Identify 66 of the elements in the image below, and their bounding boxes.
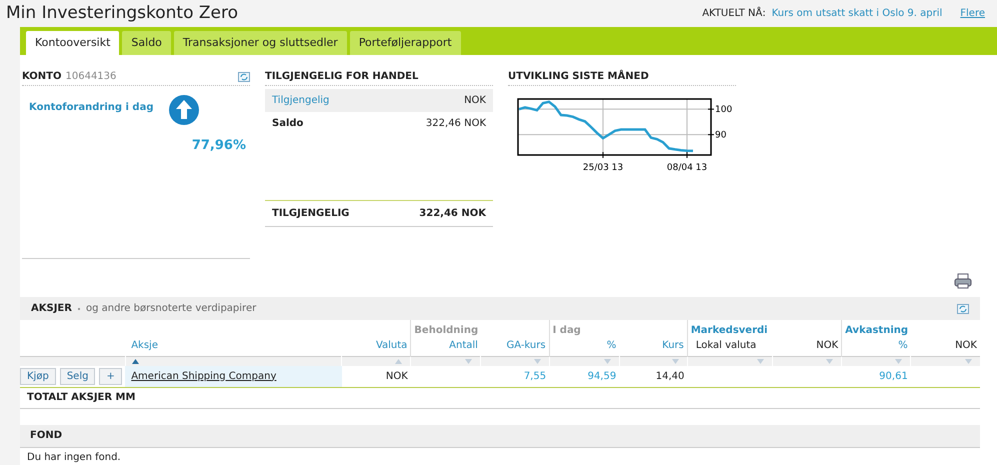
x-tick-label: 08/04 13 — [666, 163, 708, 173]
table-cell: 14,40 — [656, 370, 684, 382]
empty-message: Du har ingen fond. — [27, 452, 121, 462]
row-value: 322,46 NOK — [426, 117, 486, 131]
page-title: Min Investeringskonto Zero — [6, 2, 238, 25]
sort-down-icon[interactable] — [534, 358, 541, 364]
column-header[interactable]: % — [898, 340, 908, 351]
news-link[interactable]: Kurs om utsatt skatt i Oslo 9. april — [772, 6, 942, 21]
column-header[interactable]: Kurs — [662, 340, 684, 351]
column-group-header: I dag — [552, 325, 581, 336]
x-tick-label: 25/03 13 — [582, 163, 624, 173]
column-header[interactable]: NOK — [955, 340, 977, 351]
row-value: NOK — [464, 94, 486, 108]
action-button[interactable]: Kjøp — [20, 368, 56, 384]
column-header[interactable]: Aksje — [131, 340, 158, 351]
tab[interactable]: Saldo — [122, 31, 171, 55]
column-group-header: Avkastning — [845, 325, 908, 336]
table-cell: 90,61 — [879, 370, 908, 382]
column-header: Tilgjengelig — [272, 94, 330, 108]
column-header[interactable]: Antall — [449, 340, 478, 351]
sort-down-icon[interactable] — [757, 358, 764, 364]
row-label: Saldo — [272, 117, 304, 131]
column-header[interactable]: Lokal valuta — [696, 340, 756, 351]
sort-down-icon[interactable] — [895, 358, 902, 364]
more-link[interactable]: Flere — [960, 6, 985, 21]
account-label: KONTO — [22, 70, 62, 84]
column-header[interactable]: GA-kurs — [506, 340, 546, 351]
change-value: 77,96% — [192, 137, 246, 155]
tick-mark — [708, 134, 714, 136]
column-header[interactable]: NOK — [816, 340, 838, 351]
action-button[interactable]: Selg — [60, 368, 96, 384]
total-label: TOTALT AKSJER MM — [27, 391, 136, 405]
tick-mark — [602, 152, 604, 158]
refresh-icon[interactable] — [957, 304, 969, 314]
sort-down-icon[interactable] — [826, 358, 834, 364]
section-title: UTVIKLING SISTE MÅNED — [508, 69, 736, 86]
column-group-header: Markedsverdi — [690, 325, 768, 336]
printer-icon[interactable] — [954, 273, 972, 289]
action-button[interactable]: + — [99, 368, 122, 384]
change-label: Kontoforandring i dag — [29, 101, 154, 115]
refresh-icon[interactable] — [238, 72, 250, 82]
tab[interactable]: Transaksjoner og sluttsedler — [174, 31, 347, 55]
account-number: 10644136 — [66, 70, 116, 84]
sort-down-icon[interactable] — [465, 358, 472, 364]
table-cell: 94,59 — [588, 370, 616, 382]
y-tick-label: 90 — [715, 130, 726, 141]
section-title: TILGJENGELIG FOR HANDEL — [265, 69, 493, 86]
section-title: FOND — [30, 429, 62, 443]
news-label: AKTUELT NÅ: — [702, 6, 766, 21]
sort-down-icon[interactable] — [965, 358, 972, 364]
column-header[interactable]: % — [606, 340, 616, 351]
sort-down-icon[interactable] — [604, 358, 611, 364]
tick-mark — [686, 152, 688, 158]
total-label: TILGJENGELIG — [272, 207, 350, 221]
tab[interactable]: Kontooversikt — [26, 31, 120, 55]
column-header[interactable]: Valuta — [376, 340, 408, 351]
sort-down-icon[interactable] — [672, 358, 679, 364]
column-group-header: Beholdning — [414, 325, 478, 336]
y-tick-label: 100 — [715, 105, 732, 116]
table-cell: NOK — [386, 370, 408, 382]
table-cell: 7,55 — [524, 370, 546, 382]
tick-mark — [708, 108, 714, 110]
total-value: 322,46 NOK — [419, 207, 486, 221]
section-subtitle: og andre børsnoterte verdipapirer — [86, 302, 256, 316]
tab[interactable]: Porteføljerapport — [350, 31, 461, 55]
section-title: AKSJER — [31, 302, 72, 316]
